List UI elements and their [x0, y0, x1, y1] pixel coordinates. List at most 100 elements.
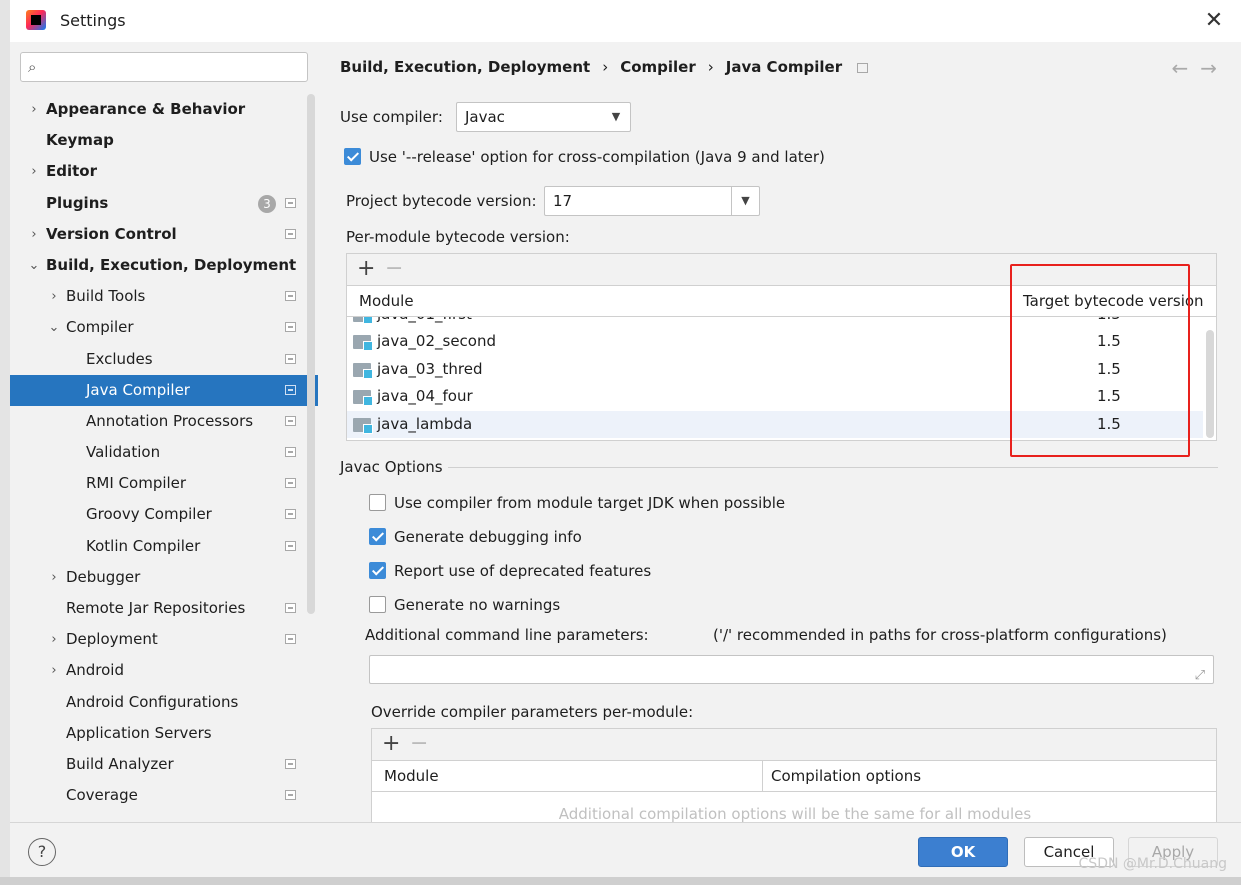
chevron-right-icon[interactable]: ›	[48, 655, 60, 686]
module-name: java_lambda	[377, 414, 473, 433]
chevron-down-icon[interactable]: ⌄	[28, 250, 40, 281]
javac-option-checkbox[interactable]	[369, 494, 386, 511]
cmd-params-input[interactable]: ⤢	[369, 655, 1214, 684]
sidebar-item-label: Deployment	[66, 630, 158, 649]
sidebar-item-label: Debugger	[66, 567, 141, 586]
javac-option-checkbox[interactable]	[369, 562, 386, 579]
sidebar-item-annotation-processors[interactable]: Annotation Processors	[10, 406, 318, 437]
sidebar-item-deployment[interactable]: › Deployment	[10, 624, 318, 655]
sidebar-item-validation[interactable]: Validation	[10, 437, 318, 468]
breadcrumb-separator: ›	[707, 58, 714, 76]
sidebar-item-label: Version Control	[46, 224, 177, 243]
sidebar-item-android[interactable]: › Android	[10, 655, 318, 686]
intellij-logo-icon	[26, 10, 46, 30]
sidebar-item-label: Build Tools	[66, 287, 146, 306]
sidebar-item-label: Keymap	[46, 131, 114, 150]
sidebar-item-kotlin-compiler[interactable]: Kotlin Compiler	[10, 531, 318, 562]
chevron-down-icon: ▼	[731, 187, 759, 215]
chevron-right-icon[interactable]: ›	[48, 562, 60, 593]
column-compilation-options[interactable]: Compilation options	[771, 761, 921, 792]
sidebar-item-label: Application Servers	[66, 723, 212, 742]
help-icon[interactable]: ?	[28, 838, 56, 866]
override-label: Override compiler parameters per-module:	[371, 703, 694, 721]
highlight-box	[1010, 264, 1190, 457]
cmd-params-label: Additional command line parameters:	[365, 626, 649, 644]
sidebar-item-rmi-compiler[interactable]: RMI Compiler	[10, 468, 318, 499]
sidebar-item-appearance-behavior[interactable]: › Appearance & Behavior	[10, 94, 318, 125]
background-taskbar	[0, 877, 1241, 885]
remove-icon[interactable]: −	[410, 731, 428, 756]
sidebar-item-java-compiler[interactable]: Java Compiler	[10, 374, 318, 406]
sidebar-item-remote-jar-repositories[interactable]: Remote Jar Repositories	[10, 593, 318, 624]
sidebar-item-version-control[interactable]: › Version Control	[10, 219, 318, 250]
cmd-params-hint: ('/' recommended in paths for cross-plat…	[713, 626, 1167, 644]
javac-option-label: Generate debugging info	[394, 528, 582, 546]
sidebar-item-label: Groovy Compiler	[86, 505, 212, 524]
project-level-icon	[285, 790, 296, 801]
breadcrumb-java-compiler: Java Compiler	[725, 58, 843, 76]
sidebar-item-build-execution-deployment[interactable]: ⌄ Build, Execution, Deployment	[10, 250, 318, 281]
background-ide-strip	[0, 0, 10, 885]
breadcrumb-separator: ›	[602, 58, 609, 76]
sidebar-scrollbar[interactable]	[307, 94, 315, 614]
javac-option-label: Report use of deprecated features	[394, 562, 652, 580]
expand-icon[interactable]: ⤢	[1195, 662, 1205, 690]
javac-options-label: Javac Options	[340, 458, 443, 476]
sidebar-item-label: Build Analyzer	[66, 754, 174, 773]
module-folder-icon	[353, 317, 373, 324]
sidebar-item-label: Excludes	[86, 349, 153, 368]
table-scrollbar[interactable]	[1206, 330, 1214, 438]
chevron-down-icon[interactable]: ⌄	[48, 312, 60, 343]
sidebar-item-label: RMI Compiler	[86, 474, 187, 493]
chevron-right-icon[interactable]: ›	[48, 624, 60, 655]
sidebar-item-editor[interactable]: › Editor	[10, 156, 318, 187]
project-level-icon	[285, 478, 296, 489]
release-option-checkbox[interactable]	[344, 148, 361, 165]
module-folder-icon	[353, 362, 373, 379]
breadcrumb-compiler: Compiler	[620, 58, 696, 76]
column-module[interactable]: Module	[359, 286, 414, 317]
navigation-arrows: ←→	[1171, 56, 1229, 80]
javac-option-label: Generate no warnings	[394, 596, 561, 614]
override-table-header: Module Compilation options	[372, 761, 1216, 792]
add-icon[interactable]: +	[382, 731, 400, 756]
chevron-down-icon: ▼	[611, 110, 621, 123]
javac-option-checkbox[interactable]	[369, 596, 386, 613]
sidebar-item-application-servers[interactable]: Application Servers	[10, 718, 318, 749]
forward-arrow-icon[interactable]: →	[1200, 56, 1229, 80]
remove-icon[interactable]: −	[385, 256, 403, 281]
sidebar-item-build-analyzer[interactable]: Build Analyzer	[10, 749, 318, 780]
override-empty-text: Additional compilation options will be t…	[558, 805, 1032, 822]
sidebar-item-coverage[interactable]: Coverage	[10, 780, 318, 811]
sidebar-item-keymap[interactable]: Keymap	[10, 125, 318, 156]
sidebar-item-compiler[interactable]: ⌄ Compiler	[10, 312, 318, 343]
sidebar-item-groovy-compiler[interactable]: Groovy Compiler	[10, 499, 318, 530]
project-bytecode-select[interactable]: 17 ▼	[544, 186, 760, 216]
sidebar-item-excludes[interactable]: Excludes	[10, 344, 318, 375]
window-title: Settings	[60, 11, 126, 30]
chevron-right-icon[interactable]: ›	[28, 219, 40, 250]
close-button[interactable]: ✕	[1199, 6, 1229, 36]
release-option-label: Use '--release' option for cross-compila…	[369, 148, 825, 166]
ok-button[interactable]: OK	[918, 837, 1008, 867]
chevron-right-icon[interactable]: ›	[28, 94, 40, 125]
chevron-right-icon[interactable]: ›	[48, 281, 60, 312]
sidebar-item-label: Android Configurations	[66, 692, 239, 711]
sidebar-item-build-tools[interactable]: › Build Tools	[10, 281, 318, 312]
sidebar-item-label: Coverage	[66, 786, 138, 805]
add-icon[interactable]: +	[357, 256, 375, 281]
sidebar-item-label: Compiler	[66, 318, 134, 337]
javac-option-checkbox[interactable]	[369, 528, 386, 545]
search-input[interactable]: ⌕	[20, 52, 308, 82]
chevron-right-icon[interactable]: ›	[28, 156, 40, 187]
sidebar-item-label: Annotation Processors	[86, 411, 254, 430]
sidebar-item-android-configurations[interactable]: Android Configurations	[10, 687, 318, 718]
sidebar-item-plugins[interactable]: Plugins 3	[10, 188, 318, 219]
back-arrow-icon[interactable]: ←	[1171, 56, 1200, 80]
use-compiler-select[interactable]: Javac ▼	[456, 102, 631, 132]
column-module[interactable]: Module	[384, 761, 439, 792]
section-divider	[448, 467, 1218, 468]
settings-sidebar: ⌕ › Appearance & Behavior Keymap › Editor Plu…	[10, 42, 318, 822]
sidebar-item-debugger[interactable]: › Debugger	[10, 562, 318, 593]
sidebar-item-label: Build, Execution, Deployment	[46, 255, 297, 274]
